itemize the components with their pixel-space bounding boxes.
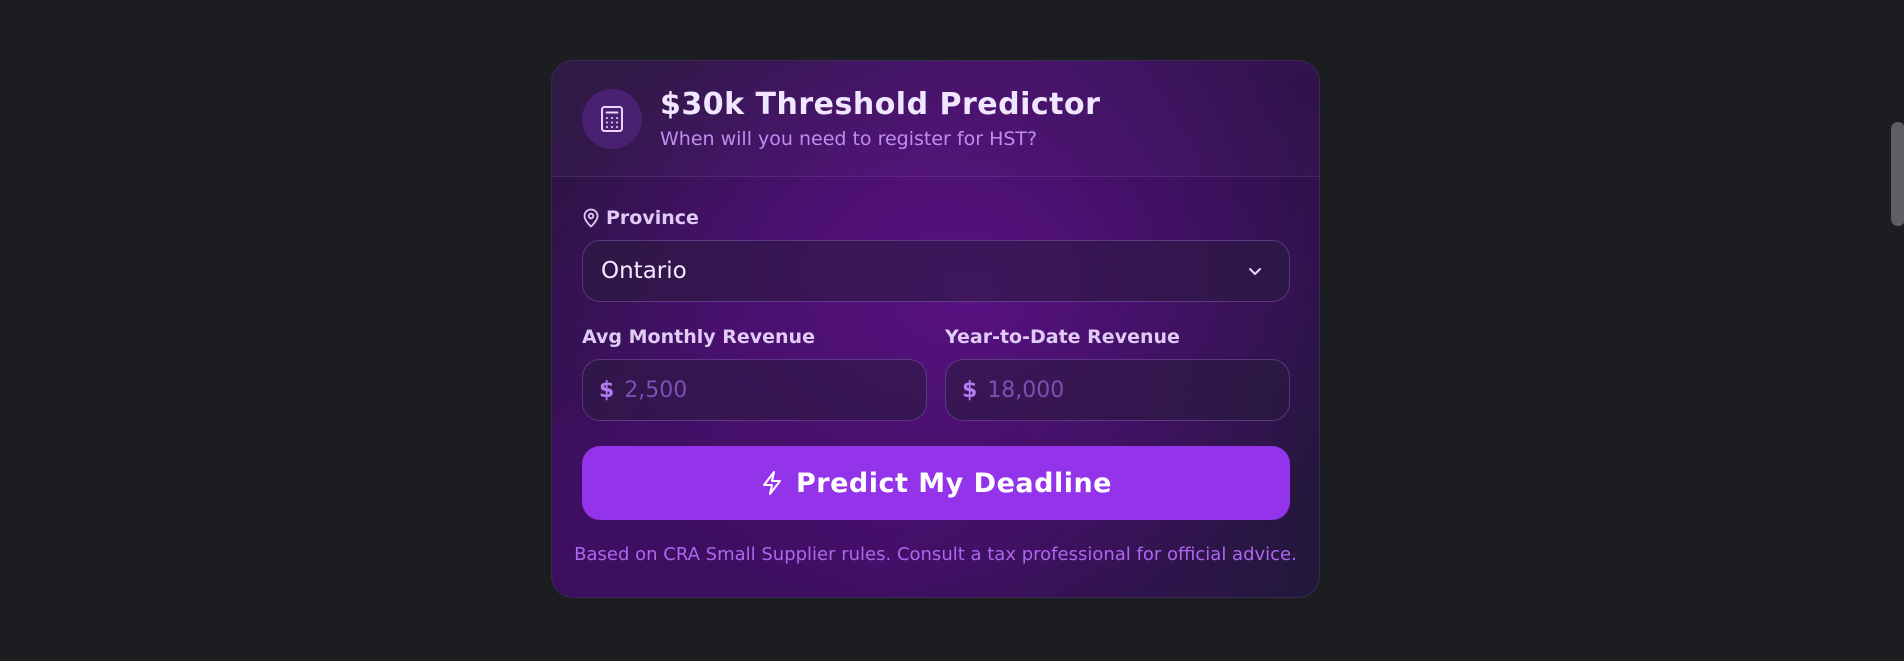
card-subtitle: When will you need to register for HST?	[660, 128, 1038, 150]
dollar-sign: $	[599, 377, 615, 403]
ytd-revenue-input[interactable]	[987, 377, 1268, 403]
threshold-predictor-card: $30k Threshold Predictor When will you n…	[551, 60, 1320, 598]
scrollbar-thumb[interactable]	[1891, 122, 1904, 226]
chevron-down-icon	[1247, 263, 1263, 283]
province-label-text: Province	[606, 207, 699, 229]
province-label: Province	[582, 207, 699, 229]
predict-button-label: Predict My Deadline	[796, 467, 1112, 499]
monthly-revenue-field: $	[582, 359, 927, 421]
scrollbar-track[interactable]	[1888, 0, 1904, 661]
disclaimer-text: Based on CRA Small Supplier rules. Consu…	[574, 544, 1297, 565]
predict-deadline-button[interactable]: Predict My Deadline	[582, 446, 1290, 520]
monthly-revenue-label: Avg Monthly Revenue	[582, 326, 815, 348]
lightning-icon	[760, 470, 784, 496]
ytd-revenue-field: $	[945, 359, 1290, 421]
dollar-sign: $	[962, 377, 978, 403]
calculator-icon	[582, 89, 642, 149]
card-title: $30k Threshold Predictor	[660, 87, 1101, 122]
map-pin-icon	[582, 208, 600, 228]
ytd-revenue-label: Year-to-Date Revenue	[945, 326, 1180, 348]
card-header: $30k Threshold Predictor When will you n…	[552, 61, 1319, 177]
province-selected-value: Ontario	[601, 258, 687, 284]
province-select[interactable]: Ontario	[582, 240, 1290, 302]
monthly-revenue-input[interactable]	[624, 377, 905, 403]
page: $30k Threshold Predictor When will you n…	[0, 0, 1904, 664]
